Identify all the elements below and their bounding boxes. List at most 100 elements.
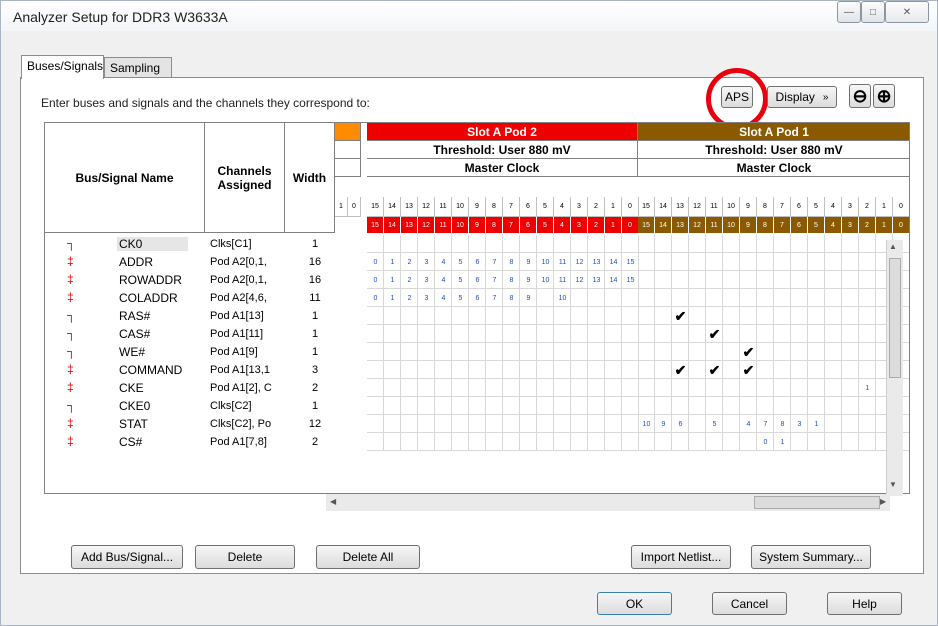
zoom-in-icon[interactable]: ⊕	[873, 84, 895, 108]
grid-cell[interactable]	[435, 343, 452, 361]
grid-cell[interactable]	[808, 325, 825, 343]
tab-sampling[interactable]: Sampling	[104, 57, 172, 78]
grid-cell[interactable]	[503, 397, 520, 415]
grid-cell[interactable]	[520, 235, 537, 253]
grid-cell[interactable]	[622, 397, 639, 415]
scrollbar-thumb[interactable]	[889, 258, 901, 378]
signal-width[interactable]: 1	[290, 310, 340, 322]
grid-cell[interactable]	[740, 307, 757, 325]
signal-row[interactable]: ‡ COMMAND Pod A1[13,1 3 ✔ ✔ ✔	[45, 361, 909, 379]
grid-cell[interactable]	[605, 433, 622, 451]
grid-cell[interactable]	[486, 415, 503, 433]
grid-cell[interactable]	[808, 379, 825, 397]
grid-cell[interactable]	[638, 271, 655, 289]
grid-cell[interactable]	[791, 289, 808, 307]
grid-cell[interactable]	[401, 397, 418, 415]
grid-cell[interactable]	[588, 235, 605, 253]
grid-cell[interactable]	[486, 433, 503, 451]
grid-cell[interactable]	[622, 325, 639, 343]
channels-assigned[interactable]: Clks[C2], Po	[210, 418, 290, 430]
grid-cell[interactable]	[520, 433, 537, 451]
grid-cell[interactable]	[435, 325, 452, 343]
grid-cell[interactable]	[808, 361, 825, 379]
grid-cell[interactable]	[401, 307, 418, 325]
grid-cell[interactable]	[859, 433, 876, 451]
grid-cell[interactable]	[842, 253, 859, 271]
grid-cell[interactable]	[842, 325, 859, 343]
signal-name[interactable]: CK0	[117, 237, 189, 251]
signal-width[interactable]: 16	[290, 256, 340, 268]
grid-cell[interactable]	[384, 343, 401, 361]
grid-cell[interactable]	[723, 235, 740, 253]
grid-cell[interactable]	[520, 361, 537, 379]
grid-cell[interactable]	[672, 379, 689, 397]
grid-cell[interactable]	[469, 307, 486, 325]
grid-cell[interactable]	[723, 379, 740, 397]
grid-cell[interactable]	[859, 343, 876, 361]
system-summary-button[interactable]: System Summary...	[751, 545, 871, 569]
signal-name[interactable]: CS#	[119, 435, 142, 449]
grid-cell[interactable]	[689, 289, 706, 307]
grid-cell[interactable]	[452, 343, 469, 361]
grid-cell[interactable]	[435, 361, 452, 379]
grid-cell[interactable]	[571, 325, 588, 343]
signal-row[interactable]: ┐ CK0 Clks[C1] 1	[45, 235, 909, 253]
grid-cell[interactable]	[622, 307, 639, 325]
grid-cell[interactable]	[367, 343, 384, 361]
grid-cell[interactable]	[452, 379, 469, 397]
grid-cell[interactable]	[706, 433, 723, 451]
grid-cell[interactable]	[825, 379, 842, 397]
channels-assigned[interactable]: Pod A1[13,1	[210, 364, 290, 376]
grid-cell[interactable]	[503, 415, 520, 433]
grid-cell[interactable]	[554, 415, 571, 433]
grid-cell[interactable]	[520, 325, 537, 343]
grid-cell[interactable]	[655, 397, 672, 415]
grid-cell[interactable]	[571, 397, 588, 415]
grid-cell[interactable]	[757, 379, 774, 397]
grid-cell[interactable]	[740, 397, 757, 415]
grid-cell[interactable]	[418, 343, 435, 361]
grid-cell[interactable]	[791, 253, 808, 271]
grid-cell[interactable]	[554, 361, 571, 379]
grid-cell[interactable]	[638, 343, 655, 361]
import-netlist-button[interactable]: Import Netlist...	[631, 545, 731, 569]
grid-cell[interactable]	[672, 397, 689, 415]
grid-cell[interactable]	[842, 361, 859, 379]
grid-cell[interactable]	[435, 307, 452, 325]
grid-cell[interactable]	[520, 307, 537, 325]
grid-cell[interactable]	[774, 253, 791, 271]
grid-cell[interactable]	[859, 325, 876, 343]
grid-cell[interactable]	[571, 343, 588, 361]
grid-cell[interactable]	[723, 289, 740, 307]
grid-cell[interactable]	[825, 433, 842, 451]
grid-cell[interactable]	[571, 433, 588, 451]
grid-cell[interactable]	[723, 271, 740, 289]
grid-cell[interactable]	[537, 289, 554, 307]
grid-cell[interactable]	[537, 235, 554, 253]
grid-cell[interactable]	[638, 307, 655, 325]
channels-assigned[interactable]: Pod A1[13]	[210, 310, 290, 322]
grid-cell[interactable]	[486, 235, 503, 253]
grid-cell[interactable]	[622, 235, 639, 253]
grid-cell[interactable]	[503, 379, 520, 397]
grid-cell[interactable]	[469, 379, 486, 397]
grid-cell[interactable]	[537, 361, 554, 379]
channels-assigned[interactable]: Clks[C2]	[210, 400, 290, 412]
grid-cell[interactable]	[622, 415, 639, 433]
grid-cell[interactable]	[825, 235, 842, 253]
grid-cell[interactable]	[723, 397, 740, 415]
grid-cell[interactable]	[537, 325, 554, 343]
grid-cell[interactable]	[672, 433, 689, 451]
grid-cell[interactable]	[571, 235, 588, 253]
delete-button[interactable]: Delete	[195, 545, 295, 569]
grid-cell[interactable]	[706, 379, 723, 397]
signal-name[interactable]: CAS#	[119, 327, 150, 341]
grid-cell[interactable]	[689, 343, 706, 361]
grid-cell[interactable]	[842, 289, 859, 307]
grid-cell[interactable]	[401, 361, 418, 379]
grid-cell[interactable]	[571, 361, 588, 379]
grid-cell[interactable]	[808, 433, 825, 451]
grid-cell[interactable]	[638, 397, 655, 415]
grid-cell[interactable]	[757, 253, 774, 271]
tab-buses-signals[interactable]: Buses/Signals	[21, 55, 104, 79]
